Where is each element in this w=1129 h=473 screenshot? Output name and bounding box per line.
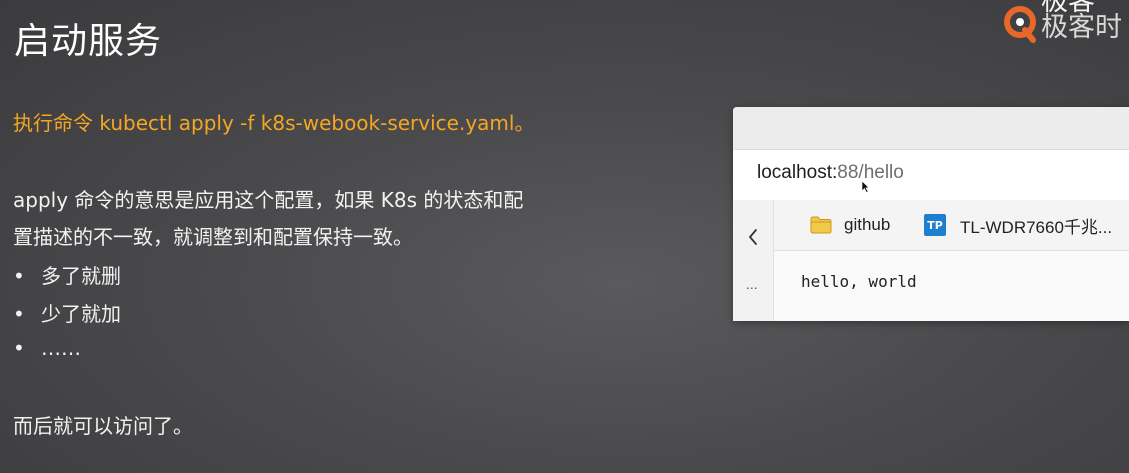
bullet-item: • 多了就删 (13, 260, 121, 289)
bullet-text: 多了就删 (41, 264, 121, 288)
bookmark-label: github (844, 215, 891, 234)
browser-side-rail: ... (733, 200, 774, 321)
bookmarks-bar: github TP TL-WDR7660千兆... (774, 200, 1129, 251)
page-response-text: hello, world (801, 272, 917, 291)
slide-title: 启动服务 (14, 21, 163, 62)
closing-line: 而后就可以访问了。 (13, 414, 193, 438)
paragraph-line-1: apply 命令的意思是应用这个配置，如果 K8s 的状态和配 (13, 188, 524, 212)
bullet-text: 少了就加 (41, 302, 121, 326)
paragraph-line-2: 置描述的不一致，就调整到和配置保持一致。 (13, 225, 413, 249)
tp-icon: TP (924, 214, 946, 236)
bullet-marker: • (13, 264, 25, 288)
bullet-text: …… (41, 336, 81, 360)
logo-text-bottom: 极客时 (1041, 12, 1122, 43)
browser-window: localhost:88/hello ... github TP TL-WDR7… (733, 107, 1129, 321)
folder-icon (810, 216, 832, 234)
command-line: 执行命令 kubectl apply -f k8s-webook-service… (13, 111, 535, 135)
logo-mark-icon (1004, 6, 1036, 43)
bullet-marker: • (13, 302, 25, 326)
address-path: 88/hello (837, 162, 904, 183)
address-host: localhost: (757, 162, 838, 183)
bullet-marker: • (13, 336, 25, 360)
bookmark-github[interactable]: github (810, 212, 890, 238)
browser-titlebar (733, 107, 1129, 149)
address-bar[interactable]: localhost:88/hello (733, 149, 1129, 201)
address-text[interactable]: localhost:88/hello (757, 162, 904, 184)
page-content: hello, world (774, 251, 1129, 321)
brand-logo: 极客 极客时 (999, 0, 1129, 48)
bookmark-label: TL-WDR7660千兆... (960, 217, 1113, 237)
chevron-left-icon[interactable] (747, 228, 759, 246)
bullet-item: • 少了就加 (13, 298, 121, 327)
bookmark-tl-wdr7660[interactable]: TP TL-WDR7660千兆... (924, 212, 1112, 238)
mouse-cursor-icon (861, 180, 870, 193)
more-icon[interactable]: ... (746, 276, 758, 292)
bullet-item: • …… (13, 336, 81, 360)
